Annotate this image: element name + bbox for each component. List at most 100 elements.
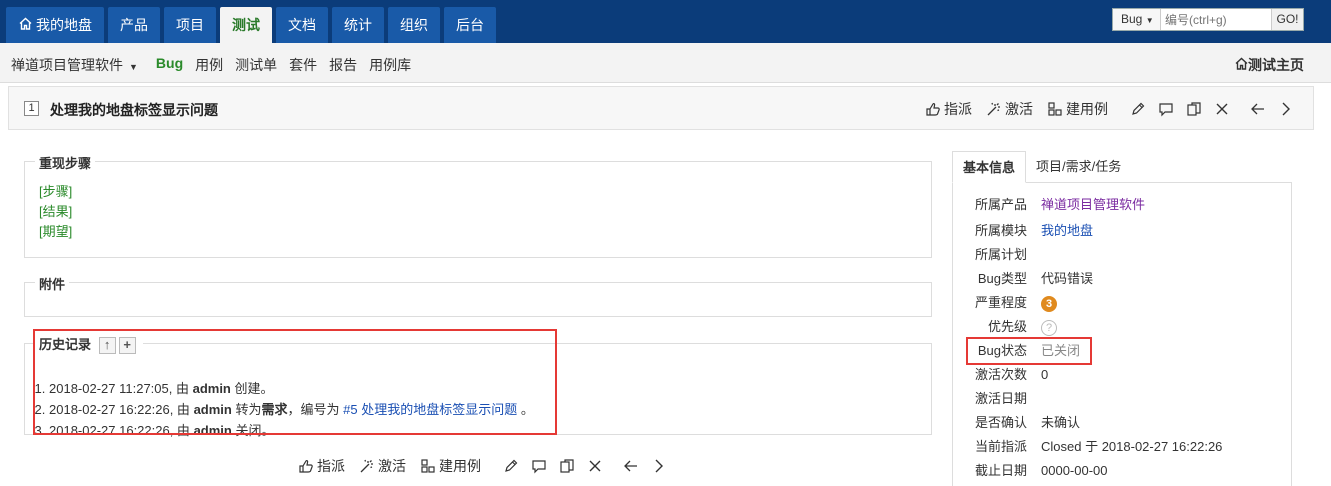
quick-search: Bug ▼ GO! [1112, 8, 1304, 31]
test-home-link[interactable]: 测试主页 [1235, 55, 1304, 75]
copy-icon[interactable] [1186, 101, 1202, 117]
pencil-icon[interactable] [1130, 101, 1146, 117]
subnav-bug[interactable]: Bug [156, 55, 183, 75]
activate-label: 激活 [378, 458, 406, 474]
field-confirmed: 是否确认 未确认 [953, 411, 1293, 435]
field-value: 0 [1041, 367, 1049, 382]
copy-icon[interactable] [559, 458, 575, 474]
arrow-left-icon[interactable] [623, 458, 639, 474]
product-name: 禅道项目管理软件 [11, 57, 123, 73]
bug-id-badge: 1 [24, 101, 39, 116]
subnav-suite[interactable]: 套件 [289, 55, 317, 75]
field-label: 所属计划 [974, 247, 1027, 262]
steps-line: [步骤] [39, 184, 73, 199]
subnav-testtask[interactable]: 测试单 [235, 55, 277, 75]
assign-button[interactable]: 指派 [298, 456, 345, 476]
tab-company[interactable]: 组织 [388, 7, 440, 43]
activate-label: 激活 [1005, 101, 1033, 117]
tab-label: 产品 [120, 17, 148, 33]
tab-project[interactable]: 项目 [164, 7, 216, 43]
hand-point-icon [299, 460, 313, 473]
steps-legend: 重现步骤 [35, 153, 96, 172]
field-value: 未确认 [1041, 415, 1081, 430]
history-highlight-box [33, 329, 557, 435]
tab-admin[interactable]: 后台 [444, 7, 496, 43]
tab-label: 项目 [176, 17, 204, 33]
pencil-icon[interactable] [503, 458, 519, 474]
create-case-button[interactable]: 建用例 [1047, 99, 1108, 119]
field-type: Bug类型 代码错误 [953, 267, 1293, 291]
comment-icon[interactable] [531, 458, 547, 474]
activate-button[interactable]: 激活 [986, 99, 1033, 119]
comment-icon[interactable] [1158, 101, 1174, 117]
product-switcher[interactable]: 禅道项目管理软件 ▼ [11, 55, 138, 75]
field-activated-date: 激活日期 [953, 387, 1293, 411]
create-case-label: 建用例 [1066, 101, 1108, 117]
tab-report[interactable]: 统计 [332, 7, 384, 43]
field-label: 激活次数 [974, 367, 1027, 382]
steps-fieldset: 重现步骤 [步骤] [结果] [期望] [24, 153, 932, 258]
field-label: 当前指派 [974, 439, 1027, 454]
assign-label: 指派 [944, 101, 972, 117]
top-action-bar: 指派 激活 建用例 [925, 99, 1306, 119]
basic-info-list: 所属产品 禅道项目管理软件 所属模块 我的地盘 所属计划 Bug类型 代码错误 严重程… [952, 183, 1292, 486]
search-input[interactable] [1161, 9, 1271, 30]
subnav-case[interactable]: 用例 [195, 55, 223, 75]
caret-down-icon: ▼ [1145, 16, 1154, 25]
arrow-left-icon[interactable] [1250, 101, 1266, 117]
field-value: 代码错误 [1041, 271, 1094, 286]
product-link[interactable]: 禅道项目管理软件 [1041, 193, 1145, 217]
chevron-right-icon[interactable] [1278, 101, 1294, 117]
tab-project-story-task[interactable]: 项目/需求/任务 [1026, 151, 1131, 183]
module-link[interactable]: 我的地盘 [1041, 219, 1093, 243]
field-label: 优先级 [987, 319, 1027, 334]
chevron-right-icon[interactable] [651, 458, 667, 474]
tab-label: 后台 [456, 17, 484, 33]
steps-content: [步骤] [结果] [期望] [39, 182, 72, 242]
priority-badge: ? [1041, 319, 1057, 336]
field-label: 激活日期 [974, 391, 1027, 406]
field-product: 所属产品 禅道项目管理软件 [953, 193, 1293, 217]
bug-title: 处理我的地盘标签显示问题 [50, 102, 218, 118]
files-legend: 附件 [35, 274, 70, 293]
field-label: Bug类型 [977, 271, 1027, 286]
field-label: 是否确认 [974, 415, 1027, 430]
create-case-button[interactable]: 建用例 [420, 456, 481, 476]
home-icon [18, 7, 32, 43]
tab-label: 文档 [288, 17, 316, 33]
magic-wand-icon [360, 459, 373, 473]
bug-title-bar: 1 处理我的地盘标签显示问题 指派 激活 建用例 [8, 86, 1314, 130]
magic-wand-icon [987, 102, 1000, 116]
tab-label: 我的地盘 [36, 17, 92, 33]
field-label: 严重程度 [974, 295, 1027, 310]
home-icon [1235, 57, 1248, 73]
hand-point-icon [926, 103, 940, 116]
field-activated-count: 激活次数 0 [953, 363, 1293, 387]
field-value: Closed 于 2018-02-27 16:22:26 [1041, 439, 1223, 454]
sitemap-icon [421, 459, 435, 473]
create-case-label: 建用例 [439, 458, 481, 474]
field-deadline: 截止日期 0000-00-00 [953, 459, 1293, 483]
test-home-label: 测试主页 [1248, 57, 1304, 73]
assign-button[interactable]: 指派 [925, 99, 972, 119]
tab-doc[interactable]: 文档 [276, 7, 328, 43]
basic-info-panel: 基本信息 项目/需求/任务 所属产品 禅道项目管理软件 所属模块 我的地盘 所属计划… [952, 151, 1292, 486]
activate-button[interactable]: 激活 [359, 456, 406, 476]
tab-qa[interactable]: 测试 [220, 7, 272, 43]
field-module: 所属模块 我的地盘 [953, 219, 1293, 243]
assign-label: 指派 [317, 458, 345, 474]
search-type-select[interactable]: Bug ▼ [1113, 9, 1161, 30]
close-icon[interactable] [1214, 101, 1230, 117]
caret-down-icon: ▼ [129, 62, 138, 72]
subnav-caselib[interactable]: 用例库 [369, 55, 411, 75]
search-type-label: Bug [1121, 12, 1143, 26]
field-assigned-to: 当前指派 Closed 于 2018-02-27 16:22:26 [953, 435, 1293, 459]
severity-badge: 3 [1041, 295, 1057, 312]
tab-my[interactable]: 我的地盘 [6, 7, 104, 43]
sitemap-icon [1048, 102, 1062, 116]
tab-basic-info[interactable]: 基本信息 [952, 151, 1027, 183]
subnav-report[interactable]: 报告 [329, 55, 357, 75]
close-icon[interactable] [587, 458, 603, 474]
tab-product[interactable]: 产品 [108, 7, 160, 43]
search-go-button[interactable]: GO! [1271, 9, 1303, 30]
